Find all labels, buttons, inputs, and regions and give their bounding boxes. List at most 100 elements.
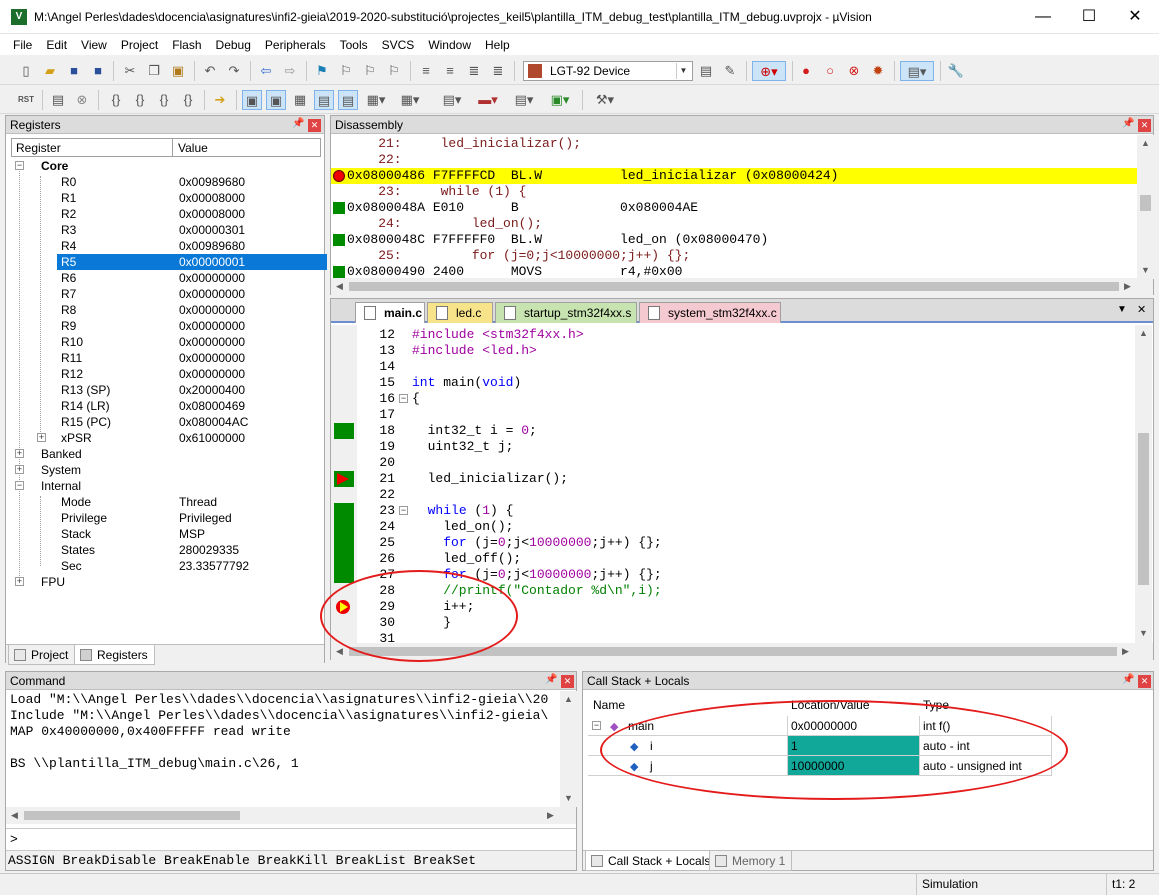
navigate-forward-icon[interactable]: ⇨ [280, 61, 300, 81]
insert-breakpoint-icon[interactable]: ● [796, 61, 816, 81]
bookmark-icon[interactable]: ⚑ [312, 61, 332, 81]
disassembly-window-icon[interactable]: ▣ [266, 90, 286, 110]
find-in-files-icon[interactable]: ▤ [696, 61, 716, 81]
tree-node-core[interactable]: − Core [11, 158, 321, 174]
source-line[interactable]: 26 led_off(); [331, 551, 1135, 567]
register-value[interactable]: 0x00000000 [179, 351, 245, 365]
source-line[interactable]: 18 int32_t i = 0; [331, 423, 1135, 439]
register-value[interactable]: 0x00000000 [179, 367, 245, 381]
menu-project[interactable]: Project [114, 34, 165, 55]
minimize-button[interactable]: — [1020, 0, 1066, 34]
collapse-icon[interactable]: − [592, 721, 601, 730]
redo-icon[interactable]: ↷ [224, 61, 244, 81]
register-row[interactable]: R0 0x00989680 [11, 174, 321, 190]
undo-icon[interactable]: ↶ [200, 61, 220, 81]
source-line[interactable]: 25 for (j=0;j<10000000;j++) {}; [331, 535, 1135, 551]
show-next-statement-icon[interactable]: ➔ [210, 90, 230, 110]
tree-node-banked[interactable]: + Banked [11, 446, 321, 462]
register-value[interactable]: 0x00008000 [179, 191, 245, 205]
register-row[interactable]: R11 0x00000000 [11, 350, 321, 366]
command-horizontal-scrollbar[interactable]: ◀ ▶ [6, 807, 576, 824]
register-row[interactable]: R4 0x00989680 [11, 238, 321, 254]
register-row[interactable]: R9 0x00000000 [11, 318, 321, 334]
collapse-icon[interactable]: − [15, 481, 24, 490]
source-line[interactable]: 24 led_on(); [331, 519, 1135, 535]
pin-icon[interactable]: 📌 [545, 674, 557, 685]
next-bookmark-icon[interactable]: ⚐ [360, 61, 380, 81]
scroll-down-icon[interactable]: ▼ [560, 790, 577, 807]
prev-bookmark-icon[interactable]: ⚐ [336, 61, 356, 81]
column-name[interactable]: Name [593, 698, 625, 712]
disassembly-vertical-scrollbar[interactable]: ▲ ▼ [1137, 135, 1154, 279]
register-row[interactable]: + xPSR 0x61000000 [11, 430, 321, 446]
disassembly-horizontal-scrollbar[interactable]: ◀ ▶ [331, 278, 1153, 295]
command-window-icon[interactable]: ▣ [242, 90, 262, 110]
source-line[interactable]: 15 int main(void) [331, 375, 1135, 391]
tab-main-c[interactable]: main.c [355, 302, 425, 323]
uncomment-icon[interactable]: ≣ [488, 61, 508, 81]
disassembly-line[interactable]: 25: for (j=0;j<10000000;j++) {}; [331, 248, 1137, 264]
close-icon[interactable]: ✕ [561, 675, 574, 688]
register-value[interactable]: 0x00000000 [179, 319, 245, 333]
expand-icon[interactable]: + [37, 433, 46, 442]
disassembly-line[interactable]: 0x08000486 F7FFFFCD BL.W led_inicializar… [331, 168, 1137, 184]
step-into-icon[interactable]: {} [106, 90, 126, 110]
disassembly-line[interactable]: 0x0800048C F7FFFFF0 BL.W led_on (0x08000… [331, 232, 1137, 248]
tab-system-c[interactable]: system_stm32f4xx.c [639, 302, 781, 323]
register-row[interactable]: R14 (LR) 0x08000469 [11, 398, 321, 414]
pin-icon[interactable]: 📌 [1122, 118, 1134, 129]
close-icon[interactable]: ✕ [1138, 119, 1151, 132]
debug-session-icon[interactable]: ⊕▾ [752, 61, 786, 81]
trace-windows-icon[interactable]: ▤▾ [510, 90, 538, 110]
register-row[interactable]: R10 0x00000000 [11, 334, 321, 350]
window-layout-icon[interactable]: ▤▾ [900, 61, 934, 81]
column-register[interactable]: Register [16, 141, 61, 155]
source-line[interactable]: 19 uint32_t j; [331, 439, 1135, 455]
register-value[interactable]: 0x00000000 [179, 335, 245, 349]
register-value[interactable]: 0x00008000 [179, 207, 245, 221]
tab-startup-s[interactable]: startup_stm32f4xx.s [495, 302, 637, 323]
source-line[interactable]: 14 [331, 359, 1135, 375]
kill-all-breakpoints-icon[interactable]: ✹ [868, 61, 888, 81]
pin-icon[interactable]: 📌 [292, 118, 304, 129]
source-line[interactable]: 16 { [331, 391, 1135, 407]
source-line[interactable]: 17 [331, 407, 1135, 423]
internal-row[interactable]: Sec 23.33577792 [11, 558, 321, 574]
menu-window[interactable]: Window [421, 34, 478, 55]
copy-icon[interactable]: ❐ [144, 61, 164, 81]
save-icon[interactable]: ■ [64, 61, 84, 81]
scroll-left-icon[interactable]: ◀ [6, 807, 23, 824]
maximize-button[interactable]: ☐ [1066, 0, 1112, 34]
open-folder-icon[interactable]: ▰ [40, 61, 60, 81]
register-value[interactable]: 0x00000000 [179, 303, 245, 317]
register-row[interactable]: R12 0x00000000 [11, 366, 321, 382]
source-line[interactable]: 23 while (1) { [331, 503, 1135, 519]
register-row[interactable]: R15 (PC) 0x080004AC [11, 414, 321, 430]
call-stack-window-icon[interactable]: ▤ [338, 90, 358, 110]
internal-row[interactable]: States 280029335 [11, 542, 321, 558]
column-value[interactable]: Value [178, 141, 208, 155]
scroll-down-icon[interactable]: ▼ [1135, 625, 1152, 642]
register-value[interactable]: 0x00000000 [179, 287, 245, 301]
source-line[interactable]: 22 [331, 487, 1135, 503]
register-value[interactable]: 0x00000001 [179, 255, 245, 269]
scroll-thumb[interactable] [1138, 433, 1149, 585]
serial-windows-icon[interactable]: ▤▾ [438, 90, 466, 110]
disassembly-listing[interactable]: 21: led_inicializar(); 22: 0x08000486 F7… [331, 136, 1137, 280]
analysis-windows-icon[interactable]: ▬▾ [474, 90, 502, 110]
source-line[interactable]: 20 [331, 455, 1135, 471]
register-row[interactable]: R2 0x00008000 [11, 206, 321, 222]
menu-help[interactable]: Help [478, 34, 517, 55]
disassembly-line[interactable]: 22: [331, 152, 1137, 168]
tree-node-internal[interactable]: − Internal [11, 478, 321, 494]
register-row[interactable]: R8 0x00000000 [11, 302, 321, 318]
step-over-icon[interactable]: {} [130, 90, 150, 110]
source-line[interactable]: 13 #include <led.h> [331, 343, 1135, 359]
close-tab-icon[interactable]: ✕ [1137, 303, 1146, 316]
collapse-icon[interactable]: − [15, 161, 24, 170]
close-icon[interactable]: ✕ [1138, 675, 1151, 688]
command-vertical-scrollbar[interactable]: ▲ ▼ [560, 691, 577, 807]
scroll-right-icon[interactable]: ▶ [542, 807, 559, 824]
source-line[interactable]: 21 led_inicializar(); [331, 471, 1135, 487]
register-value[interactable]: 0x61000000 [179, 431, 245, 445]
